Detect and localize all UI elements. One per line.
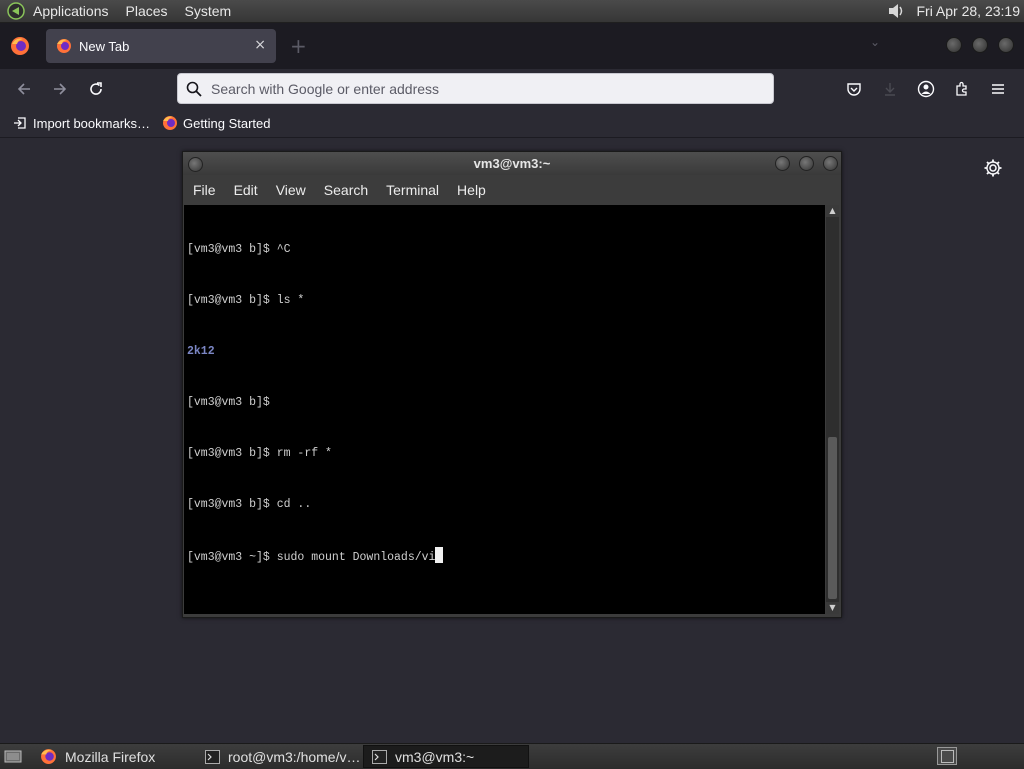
- maximize-button[interactable]: [972, 37, 988, 53]
- system-menu[interactable]: System: [185, 3, 232, 19]
- bookmark-label: Getting Started: [183, 115, 271, 131]
- menu-search[interactable]: Search: [324, 182, 368, 198]
- downloads-icon[interactable]: [876, 75, 904, 103]
- firefox-favicon-icon: [57, 39, 71, 53]
- import-icon: [12, 115, 28, 131]
- pocket-icon[interactable]: [840, 75, 868, 103]
- terminal-line: [vm3@vm3 b]$ ^C: [187, 243, 291, 256]
- scrollbar-thumb[interactable]: [828, 437, 837, 599]
- taskbar-item-firefox[interactable]: Mozilla Firefox: [32, 745, 197, 768]
- bottom-panel: Mozilla Firefox root@vm3:/home/v… vm3@vm…: [0, 743, 1024, 769]
- workspace-switcher[interactable]: [937, 747, 957, 765]
- terminal-menubar: File Edit View Search Terminal Help: [183, 175, 841, 205]
- url-bar[interactable]: Search with Google or enter address: [177, 73, 774, 104]
- back-arrow-icon[interactable]: [10, 75, 38, 103]
- tab-strip: New Tab × + ⌄: [0, 23, 1024, 69]
- terminal-scrollbar[interactable]: ▲ ▼: [826, 205, 839, 614]
- gear-icon[interactable]: [983, 158, 1003, 182]
- top-panel: Applications Places System Fri Apr 28, 2…: [0, 0, 1024, 23]
- taskbar-item-root-terminal[interactable]: root@vm3:/home/v…: [197, 745, 363, 768]
- menu-view[interactable]: View: [276, 182, 306, 198]
- distro-logo-icon[interactable]: [7, 2, 25, 20]
- taskbar-label: Mozilla Firefox: [65, 748, 156, 765]
- extensions-icon[interactable]: [948, 75, 976, 103]
- panel-clock[interactable]: Fri Apr 28, 23:19: [916, 3, 1020, 19]
- menu-help[interactable]: Help: [457, 182, 486, 198]
- scroll-up-arrow-icon[interactable]: ▲: [826, 205, 839, 217]
- terminal-window: vm3@vm3:~ File Edit View Search Terminal…: [182, 151, 842, 618]
- firefox-favicon-icon: [162, 115, 178, 131]
- terminal-icon: [205, 749, 220, 764]
- scroll-down-arrow-icon[interactable]: ▼: [826, 602, 839, 614]
- terminal-line: [vm3@vm3 b]$ ls *: [187, 294, 305, 307]
- terminal-titlebar[interactable]: vm3@vm3:~: [183, 152, 841, 175]
- bookmarks-toolbar: Import bookmarks… Getting Started: [0, 109, 1024, 138]
- minimize-button[interactable]: [946, 37, 962, 53]
- terminal-line: [vm3@vm3 b]$: [187, 396, 270, 409]
- bookmark-label: Import bookmarks…: [33, 115, 151, 131]
- search-icon: [186, 81, 202, 97]
- firefox-view-icon[interactable]: [10, 36, 30, 56]
- tab-close-icon[interactable]: ×: [254, 37, 266, 53]
- taskbar-label: vm3@vm3:~: [395, 748, 475, 765]
- menu-file[interactable]: File: [193, 182, 216, 198]
- places-menu[interactable]: Places: [126, 3, 168, 19]
- url-placeholder: Search with Google or enter address: [211, 80, 440, 97]
- terminal-line: [vm3@vm3 b]$ cd ..: [187, 498, 312, 511]
- tab-new-tab[interactable]: New Tab ×: [46, 29, 276, 63]
- menu-terminal[interactable]: Terminal: [386, 182, 439, 198]
- terminal-prompt-line: [vm3@vm3 ~]$ sudo mount Downloads/vi: [187, 547, 825, 564]
- text-cursor: [435, 547, 444, 563]
- terminal-icon: [372, 749, 387, 764]
- bookmark-getting-started[interactable]: Getting Started: [162, 115, 271, 131]
- menu-edit[interactable]: Edit: [234, 182, 258, 198]
- firefox-icon: [40, 748, 57, 765]
- account-icon[interactable]: [912, 75, 940, 103]
- terminal-current-command: [vm3@vm3 ~]$ sudo mount Downloads/vi: [187, 551, 436, 564]
- window-menu-button[interactable]: [188, 157, 203, 172]
- terminal-line: [vm3@vm3 b]$ rm -rf *: [187, 447, 332, 460]
- toolbar-actions: [832, 75, 1012, 103]
- new-tab-button[interactable]: +: [290, 36, 307, 56]
- bookmark-import[interactable]: Import bookmarks…: [12, 115, 150, 131]
- terminal-title: vm3@vm3:~: [473, 156, 551, 171]
- terminal-maximize-button[interactable]: [799, 156, 814, 171]
- tab-title: New Tab: [79, 38, 130, 54]
- terminal-window-controls: [775, 156, 838, 171]
- terminal-close-button[interactable]: [823, 156, 838, 171]
- taskbar-item-vm3-terminal[interactable]: vm3@vm3:~: [363, 745, 529, 768]
- window-controls: [946, 37, 1014, 53]
- terminal-line-directory: 2k12: [187, 345, 215, 358]
- taskbar-label: root@vm3:/home/v…: [228, 748, 361, 765]
- terminal-minimize-button[interactable]: [775, 156, 790, 171]
- show-desktop-icon[interactable]: [2, 748, 24, 766]
- hamburger-menu-icon[interactable]: [984, 75, 1012, 103]
- forward-arrow-icon[interactable]: [46, 75, 74, 103]
- list-all-tabs-chevron-icon[interactable]: ⌄: [870, 35, 880, 49]
- volume-icon[interactable]: [886, 1, 906, 21]
- navigation-toolbar: Search with Google or enter address: [0, 69, 1024, 109]
- applications-menu[interactable]: Applications: [33, 3, 109, 19]
- terminal-output[interactable]: [vm3@vm3 b]$ ^C [vm3@vm3 b]$ ls * 2k12 […: [184, 205, 825, 614]
- close-window-button[interactable]: [998, 37, 1014, 53]
- reload-icon[interactable]: [82, 75, 110, 103]
